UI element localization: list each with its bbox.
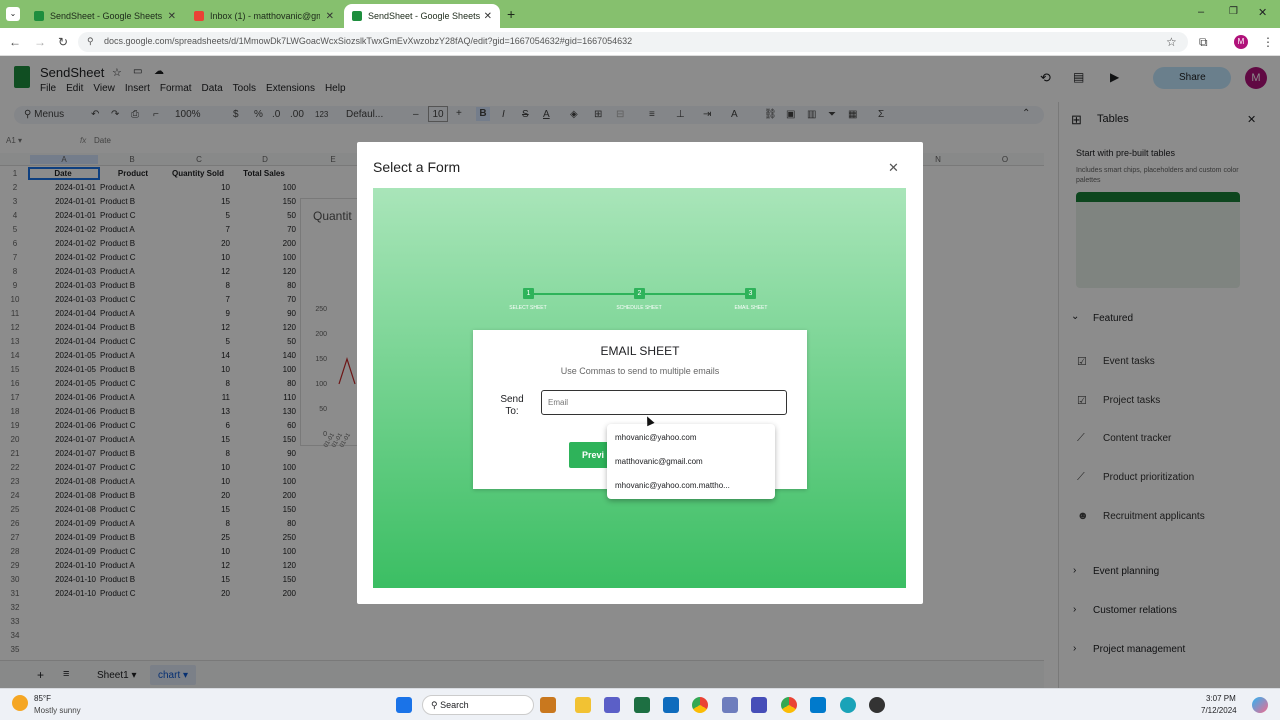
edge-icon[interactable] bbox=[840, 697, 856, 713]
weather-temp[interactable]: 85°F bbox=[34, 694, 51, 703]
email-sheet-card: EMAIL SHEET Use Commas to send to multip… bbox=[473, 330, 807, 499]
profile-avatar[interactable]: M bbox=[1234, 35, 1248, 49]
close-tab-icon[interactable]: ✕ bbox=[484, 11, 492, 22]
windows-start-icon[interactable] bbox=[396, 697, 412, 713]
gmail-favicon-icon bbox=[194, 11, 204, 21]
vscode-icon[interactable] bbox=[810, 697, 826, 713]
select-form-modal: Select a Form ✕ 1 SELECT SHEET 2 SCHEDUL… bbox=[357, 142, 923, 604]
file-explorer-icon[interactable] bbox=[575, 697, 591, 713]
preview-button-label: Previ bbox=[582, 450, 605, 460]
close-tab-icon[interactable]: ✕ bbox=[168, 11, 176, 22]
url-field[interactable]: ⚲ docs.google.com/spreadsheets/d/1MmowDk… bbox=[78, 32, 1188, 52]
taskbar-search[interactable]: ⚲ Search bbox=[422, 695, 534, 715]
modal-title: Select a Form bbox=[373, 159, 461, 175]
autocomplete-option[interactable]: mhovanic@yahoo.com bbox=[615, 433, 697, 442]
send-to-label: Send To: bbox=[500, 394, 524, 417]
copilot-icon[interactable] bbox=[1252, 697, 1268, 713]
url-text: docs.google.com/spreadsheets/d/1MmowDk7L… bbox=[104, 36, 633, 46]
browser-tab-bar: ⌄ SendSheet - Google Sheets ✕ Inbox (1) … bbox=[0, 0, 1280, 28]
close-tab-icon[interactable]: ✕ bbox=[326, 11, 334, 22]
step-2-label: SCHEDULE SHEET bbox=[616, 305, 662, 311]
sendsheet-form-frame: 1 SELECT SHEET 2 SCHEDULE SHEET 3 EMAIL … bbox=[373, 188, 906, 588]
autocomplete-option[interactable]: matthovanic@gmail.com bbox=[615, 457, 703, 466]
windows-taskbar: 85°F Mostly sunny ⚲ Search 3:07 PM 7/12/… bbox=[0, 688, 1280, 720]
step-1-marker[interactable]: 1 bbox=[523, 288, 534, 299]
card-subtitle: Use Commas to send to multiple emails bbox=[560, 366, 720, 376]
close-window-icon[interactable]: ✕ bbox=[1258, 6, 1267, 19]
new-tab-icon[interactable]: + bbox=[507, 6, 515, 22]
clock-time[interactable]: 3:07 PM bbox=[1206, 694, 1236, 703]
address-bar: ← → ↻ ⚲ docs.google.com/spreadsheets/d/1… bbox=[0, 28, 1280, 56]
snipping-tool-icon[interactable] bbox=[722, 697, 738, 713]
reload-icon[interactable]: ↻ bbox=[58, 35, 68, 49]
tab-label: SendSheet - Google Sheets bbox=[368, 11, 481, 21]
sheets-favicon-icon bbox=[34, 11, 44, 21]
card-title: EMAIL SHEET bbox=[600, 344, 680, 358]
chrome-profile-icon[interactable] bbox=[781, 697, 797, 713]
tab-label: SendSheet - Google Sheets bbox=[50, 11, 163, 21]
extensions-icon[interactable]: ⧉ bbox=[1199, 35, 1208, 50]
clock-date[interactable]: 7/12/2024 bbox=[1201, 706, 1237, 715]
tab-list-chevron-icon[interactable]: ⌄ bbox=[6, 7, 20, 21]
email-input[interactable] bbox=[541, 390, 787, 415]
weather-icon[interactable] bbox=[12, 695, 28, 711]
tab-label: Inbox (1) - matthovanic@gmail bbox=[210, 11, 320, 21]
search-icon: ⚲ bbox=[431, 700, 441, 710]
browser-tab-3-active[interactable]: SendSheet - Google Sheets ✕ bbox=[344, 4, 500, 28]
browser-tab-1[interactable]: SendSheet - Google Sheets ✕ bbox=[26, 4, 184, 28]
weather-condition[interactable]: Mostly sunny bbox=[34, 706, 81, 715]
site-info-icon[interactable]: ⚲ bbox=[87, 36, 94, 47]
close-icon[interactable]: ✕ bbox=[888, 160, 899, 176]
obs-icon[interactable] bbox=[869, 697, 885, 713]
browser-tab-2[interactable]: Inbox (1) - matthovanic@gmail ✕ bbox=[186, 4, 342, 28]
teams-classic-icon[interactable] bbox=[751, 697, 767, 713]
sheets-favicon-icon bbox=[352, 11, 362, 21]
outlook-icon[interactable] bbox=[663, 697, 679, 713]
step-3-label: EMAIL SHEET bbox=[734, 305, 768, 311]
teams-icon[interactable] bbox=[604, 697, 620, 713]
chrome-icon[interactable] bbox=[692, 697, 708, 713]
minimize-icon[interactable]: – bbox=[1198, 6, 1204, 18]
restore-icon[interactable]: ❐ bbox=[1229, 6, 1238, 17]
back-icon[interactable]: ← bbox=[9, 35, 21, 49]
briefcase-app-icon[interactable] bbox=[540, 697, 556, 713]
step-3-marker[interactable]: 3 bbox=[745, 288, 756, 299]
excel-icon[interactable] bbox=[634, 697, 650, 713]
browser-menu-icon[interactable]: ⋮ bbox=[1262, 35, 1274, 49]
step-2-marker[interactable]: 2 bbox=[634, 288, 645, 299]
bookmark-star-icon[interactable]: ☆ bbox=[1166, 35, 1177, 49]
autocomplete-option[interactable]: mhovanic@yahoo.com.mattho... bbox=[615, 481, 767, 490]
email-autocomplete-dropdown: mhovanic@yahoo.com matthovanic@gmail.com… bbox=[607, 424, 775, 499]
forward-icon[interactable]: → bbox=[34, 35, 46, 49]
step-1-label: SELECT SHEET bbox=[509, 305, 547, 311]
